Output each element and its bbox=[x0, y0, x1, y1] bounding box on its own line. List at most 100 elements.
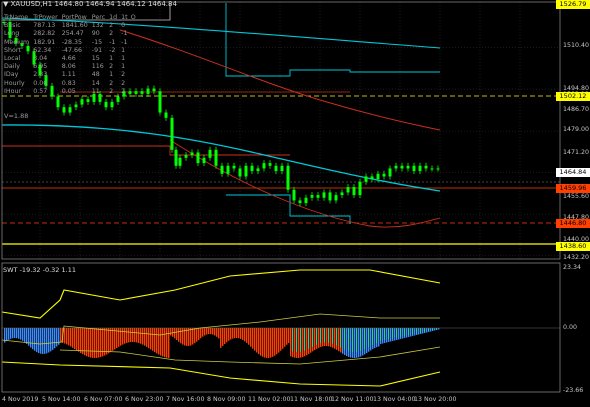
time-axis-label: 13 Nov 04:00 bbox=[373, 396, 416, 403]
histogram-bar bbox=[428, 328, 429, 332]
histogram-bar bbox=[178, 328, 180, 342]
candle-body bbox=[370, 176, 374, 180]
histogram-bar bbox=[270, 328, 272, 358]
histogram-bar bbox=[108, 328, 110, 354]
table-cell: 787.13 bbox=[33, 22, 56, 30]
histogram-bar bbox=[242, 328, 244, 340]
candle-body bbox=[164, 112, 168, 118]
table-cell: 6.95 bbox=[33, 63, 48, 71]
table-cell: 4.66 bbox=[61, 55, 76, 63]
histogram-bar bbox=[370, 328, 372, 351]
histogram-bar bbox=[158, 328, 160, 355]
histogram-bar bbox=[206, 328, 208, 335]
candle-body bbox=[388, 168, 392, 177]
histogram-bar bbox=[160, 328, 162, 356]
candle-body bbox=[316, 195, 320, 198]
chart-window[interactable]: ▼ XAUUSD,H1 1464.80 1464.94 1464.12 1464… bbox=[0, 0, 590, 407]
time-axis-label: 6 Nov 23:00 bbox=[125, 396, 164, 403]
histogram-bar bbox=[314, 328, 316, 351]
histogram-bar bbox=[66, 328, 68, 345]
candle-body bbox=[376, 173, 380, 180]
histogram-bar bbox=[200, 328, 202, 339]
histogram-bar bbox=[396, 328, 397, 338]
strength-table: TrName TrPower PortPow Perc 1d 1t_O Basic 787.1… bbox=[4, 14, 140, 96]
histogram-bar bbox=[214, 328, 216, 336]
table-row: Medium 182.91 -28.35 -15 -1 -1 bbox=[4, 39, 140, 47]
table-row: Daily 6.95 8.06 116 2 1 bbox=[4, 63, 140, 71]
table-cell: -47.66 bbox=[61, 46, 83, 54]
histogram-bar bbox=[24, 328, 26, 343]
candle-body bbox=[436, 168, 440, 170]
histogram-bar bbox=[386, 328, 388, 343]
histogram-bar bbox=[330, 328, 332, 347]
histogram-bar bbox=[124, 328, 126, 344]
histogram-bar bbox=[42, 328, 44, 354]
lower-band bbox=[1, 361, 441, 387]
candle-body bbox=[116, 96, 120, 102]
histogram-bar bbox=[152, 328, 154, 351]
histogram-bar bbox=[334, 328, 336, 349]
table-row: Long 282.82 254.47 90 2 -1 bbox=[4, 30, 140, 38]
histogram-bar bbox=[90, 328, 92, 358]
histogram-bar bbox=[202, 328, 204, 337]
table-cell: 0.83 bbox=[61, 79, 76, 87]
table-cell: 2 bbox=[121, 71, 126, 79]
histogram-bar bbox=[10, 328, 12, 339]
candle-body bbox=[382, 173, 386, 177]
table-row: Local 3.04 4.66 15 1 1 bbox=[4, 55, 140, 63]
table-cell: 1 bbox=[121, 55, 126, 63]
candle-body bbox=[158, 91, 162, 113]
histogram-bar bbox=[328, 328, 329, 343]
histogram-bar bbox=[400, 328, 401, 337]
histogram-bar bbox=[102, 328, 104, 357]
histogram-bar bbox=[422, 328, 424, 334]
dropdown-arrow-icon[interactable]: ▼ bbox=[3, 0, 8, 8]
histogram-bar bbox=[372, 328, 373, 345]
histogram-bar bbox=[362, 328, 364, 356]
table-header-cell: TrName bbox=[4, 14, 29, 21]
histogram-bar bbox=[106, 328, 108, 355]
histogram-bar bbox=[288, 328, 290, 343]
candle-body bbox=[304, 197, 308, 204]
histogram-bar bbox=[354, 328, 356, 358]
histogram-bar bbox=[188, 328, 190, 346]
histogram-bar bbox=[320, 328, 321, 344]
candle-body bbox=[334, 195, 338, 201]
candle-body bbox=[298, 200, 302, 204]
price-tag: 1446.80 bbox=[556, 219, 590, 228]
histogram-bar bbox=[356, 328, 357, 352]
histogram-bar bbox=[196, 328, 198, 342]
histogram-bar bbox=[38, 328, 40, 354]
histogram-bar bbox=[404, 328, 405, 336]
table-cell: 1 bbox=[109, 71, 114, 79]
histogram-bar bbox=[238, 328, 240, 339]
histogram-bar bbox=[384, 328, 385, 340]
histogram-bar bbox=[32, 328, 34, 350]
table-cell: 2 bbox=[121, 79, 126, 87]
histogram-bar bbox=[278, 328, 280, 353]
histogram-bar bbox=[44, 328, 46, 354]
time-axis-label: 7 Nov 16:00 bbox=[166, 396, 205, 403]
table-row: Hourly 0.00 0.83 14 2 2 bbox=[4, 80, 140, 88]
time-axis-label: 6 Nov 07:00 bbox=[84, 396, 123, 403]
table-cell: 0.05 bbox=[61, 87, 76, 95]
histogram-bar bbox=[218, 328, 220, 339]
symbol-header: ▼ XAUUSD,H1 1464.80 1464.94 1464.12 1464… bbox=[3, 0, 177, 9]
candle-body bbox=[174, 149, 178, 166]
candle-body bbox=[74, 104, 78, 108]
histogram-bar bbox=[348, 328, 349, 352]
histogram-bar bbox=[154, 328, 156, 353]
histogram-bar bbox=[92, 328, 94, 358]
table-cell: 2 bbox=[109, 22, 114, 30]
histogram-bar bbox=[140, 328, 142, 344]
histogram-bar bbox=[244, 328, 246, 342]
histogram-bar bbox=[230, 328, 232, 340]
candle-body bbox=[208, 149, 212, 158]
candle-body bbox=[346, 187, 350, 193]
histogram-bar bbox=[310, 328, 312, 353]
indicator-label: SWT -19.32 -0.32 1.11 bbox=[3, 266, 76, 274]
time-axis-label: 11 Nov 18:00 bbox=[290, 396, 333, 403]
histogram-bar bbox=[68, 328, 70, 346]
histogram-bar bbox=[432, 328, 433, 331]
histogram-bar bbox=[338, 328, 340, 352]
